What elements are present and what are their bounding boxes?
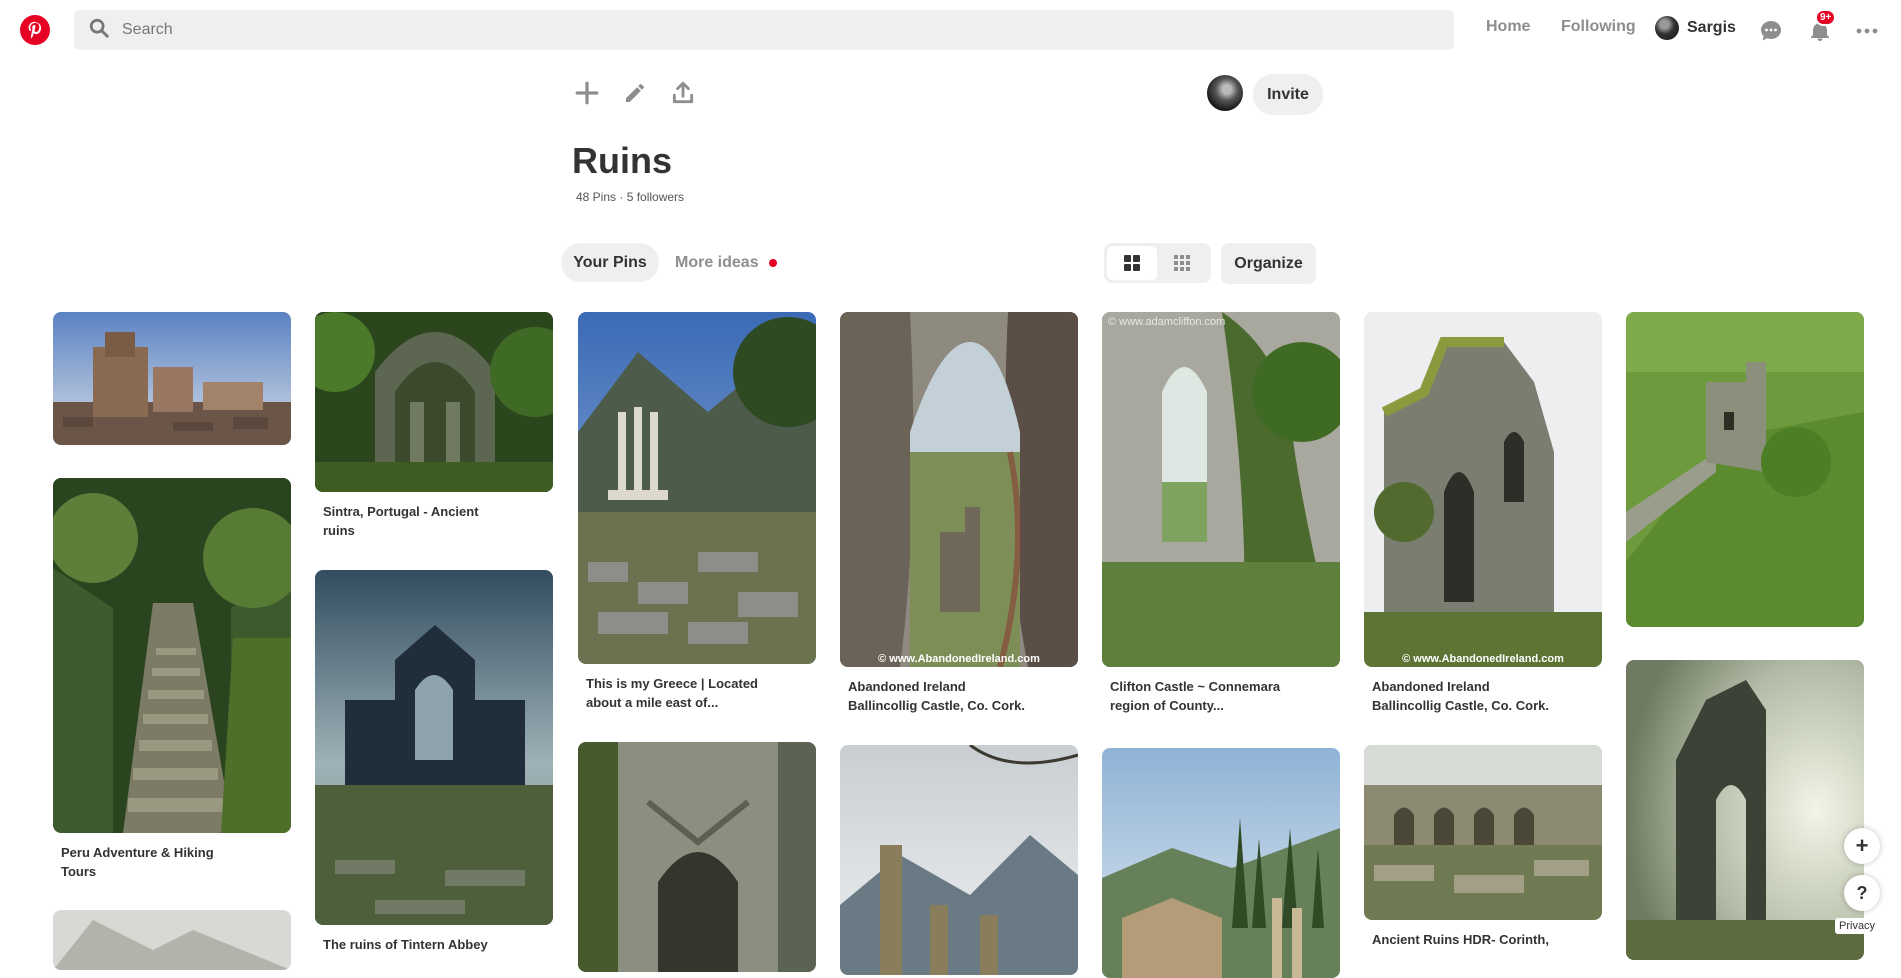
pin-card[interactable] — [840, 745, 1078, 975]
pin-image[interactable] — [840, 745, 1078, 975]
pin-title: Ancient Ruins HDR- Corinth, — [1372, 932, 1549, 947]
top-bar: Home Following Sargis 9+ — [0, 0, 1901, 62]
add-pin-plus-icon[interactable] — [572, 78, 602, 108]
board-stats: 48 Pins · 5 followers — [576, 190, 685, 204]
pin-card[interactable] — [53, 312, 291, 445]
share-board-icon[interactable] — [668, 78, 698, 108]
search-bar[interactable] — [74, 10, 1454, 50]
pin-card[interactable]: © www.AbandonedIreland.com Abandoned Ire… — [1364, 312, 1602, 715]
pin-image[interactable] — [315, 312, 553, 492]
pin-card[interactable]: Ancient Ruins HDR- Corinth, — [1364, 745, 1602, 949]
help-button[interactable]: ? — [1844, 875, 1880, 911]
pin-card[interactable]: Sintra, Portugal - Ancient ruins — [315, 312, 553, 540]
pin-image[interactable] — [1626, 312, 1864, 627]
avatar — [1655, 16, 1679, 40]
pin-card[interactable]: © www.adamcliffon.com Clifton Castle ~ C… — [1102, 312, 1340, 715]
search-input[interactable] — [122, 21, 1422, 39]
pin-watermark: © www.AbandonedIreland.com — [878, 653, 1040, 665]
pin-image[interactable] — [315, 570, 553, 925]
pin-card[interactable]: Peru Adventure & Hiking Tours — [53, 478, 291, 881]
tab-more-ideas-label: More ideas — [675, 253, 759, 271]
pin-card[interactable]: © www.AbandonedIreland.com Abandoned Ire… — [840, 312, 1078, 715]
pin-image[interactable]: © www.AbandonedIreland.com — [1364, 312, 1602, 667]
pin-title: Abandoned Ireland Ballincollig Castle, C… — [1372, 679, 1549, 713]
pin-card[interactable]: This is my Greece | Located about a mile… — [578, 312, 816, 712]
pinterest-logo-icon[interactable] — [20, 15, 50, 45]
profile-button[interactable]: Sargis — [1655, 16, 1736, 40]
profile-name: Sargis — [1687, 19, 1736, 36]
nav-home-link[interactable]: Home — [1486, 18, 1530, 36]
pin-image[interactable] — [1364, 745, 1602, 920]
pin-image[interactable]: © www.adamcliffon.com — [1102, 312, 1340, 667]
tab-your-pins[interactable]: Your Pins — [561, 243, 659, 282]
organize-button[interactable]: Organize — [1221, 243, 1316, 284]
view-toggle-group — [1104, 243, 1211, 283]
default-grid-view-icon[interactable] — [1107, 246, 1157, 280]
create-plus-button[interactable]: + — [1844, 828, 1880, 864]
pin-watermark: © www.adamcliffon.com — [1108, 316, 1226, 328]
nav-following-link[interactable]: Following — [1561, 18, 1636, 36]
pin-title: This is my Greece | Located about a mile… — [586, 676, 758, 710]
pin-title: Peru Adventure & Hiking Tours — [61, 845, 214, 879]
more-options-icon[interactable] — [1852, 16, 1882, 46]
search-icon — [88, 17, 110, 44]
compact-grid-view-icon[interactable] — [1157, 246, 1207, 280]
pin-image[interactable] — [53, 312, 291, 445]
pin-image[interactable] — [578, 742, 816, 972]
board-title: Ruins — [572, 140, 673, 181]
pin-title: Sintra, Portugal - Ancient ruins — [323, 504, 479, 538]
messages-icon[interactable] — [1756, 16, 1786, 46]
invite-button[interactable]: Invite — [1253, 74, 1323, 115]
edit-board-pencil-icon[interactable] — [620, 78, 650, 108]
pin-title: Clifton Castle ~ Connemara region of Cou… — [1110, 679, 1281, 713]
notification-count-badge: 9+ — [1815, 9, 1837, 26]
pin-card[interactable] — [53, 910, 291, 970]
pin-watermark: © www.AbandonedIreland.com — [1402, 653, 1564, 665]
privacy-link[interactable]: Privacy — [1835, 918, 1880, 934]
pin-card[interactable] — [578, 742, 816, 972]
tab-more-ideas[interactable]: More ideas — [675, 243, 777, 282]
pin-image[interactable] — [53, 478, 291, 833]
pin-card[interactable]: The ruins of Tintern Abbey — [315, 570, 553, 954]
pin-title: Abandoned Ireland Ballincollig Castle, C… — [848, 679, 1025, 713]
pin-image[interactable] — [578, 312, 816, 664]
board-owner-avatar[interactable] — [1205, 73, 1245, 113]
pin-image[interactable]: © www.AbandonedIreland.com — [840, 312, 1078, 667]
pin-card[interactable] — [1626, 312, 1864, 627]
new-ideas-dot-indicator — [768, 258, 777, 267]
pin-card[interactable] — [1626, 660, 1864, 960]
tab-your-pins-label: Your Pins — [573, 253, 647, 271]
pin-image[interactable] — [1626, 660, 1864, 960]
pin-image[interactable] — [53, 910, 291, 970]
pin-title: The ruins of Tintern Abbey — [323, 937, 488, 952]
